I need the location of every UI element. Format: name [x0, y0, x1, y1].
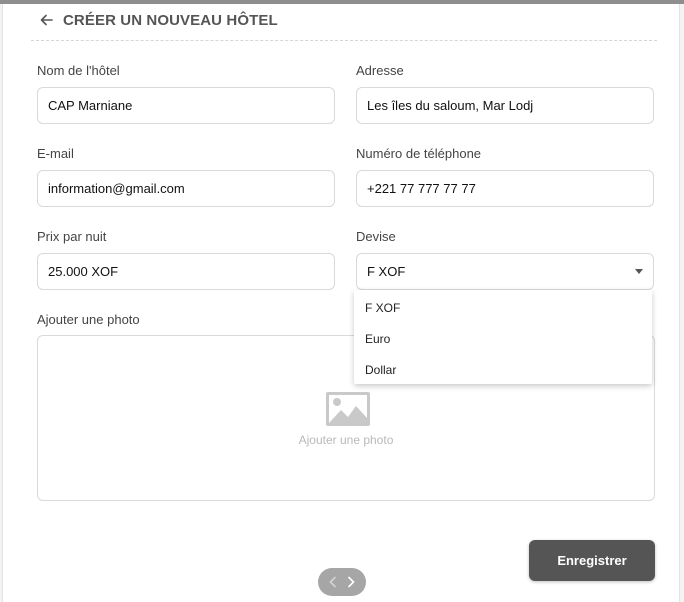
address-label: Adresse [356, 63, 404, 78]
hotel-name-label: Nom de l'hôtel [37, 63, 120, 78]
currency-select[interactable]: F XOF [356, 253, 654, 290]
save-button[interactable]: Enregistrer [529, 540, 655, 581]
price-label: Prix par nuit [37, 229, 107, 244]
caret-down-icon [635, 269, 643, 274]
currency-option-euro[interactable]: Euro [354, 324, 652, 355]
price-input[interactable] [37, 253, 335, 290]
chevron-left-icon[interactable] [326, 575, 340, 589]
photo-label: Ajouter une photo [37, 312, 140, 327]
hotel-name-input[interactable] [37, 87, 335, 124]
email-input[interactable] [37, 170, 335, 207]
image-icon [326, 392, 370, 426]
phone-input[interactable] [356, 170, 654, 207]
currency-option-dollar[interactable]: Dollar [354, 355, 652, 386]
pager-control [318, 568, 366, 596]
currency-option-xof[interactable]: F XOF [354, 293, 652, 324]
page-title: CRÉER UN NOUVEAU HÔTEL [63, 11, 278, 29]
chevron-right-icon[interactable] [344, 575, 358, 589]
page-header: CRÉER UN NOUVEAU HÔTEL [39, 11, 278, 29]
currency-dropdown-menu: F XOF Euro Dollar [354, 290, 652, 384]
header-divider [31, 40, 657, 41]
photo-upload-text: Ajouter une photo [298, 433, 394, 447]
email-label: E-mail [37, 146, 74, 161]
phone-label: Numéro de téléphone [356, 146, 482, 161]
currency-selected-value: F XOF [367, 264, 406, 279]
address-input[interactable] [356, 87, 654, 124]
currency-label: Devise [356, 229, 396, 244]
arrow-left-icon[interactable] [39, 13, 53, 27]
